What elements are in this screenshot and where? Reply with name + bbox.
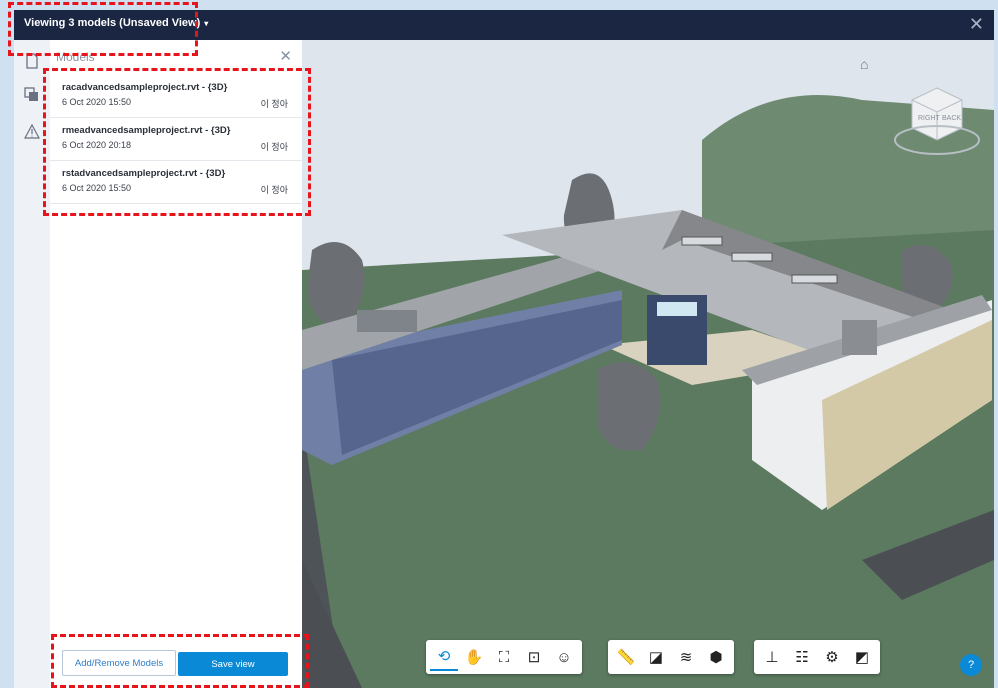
model-item[interactable]: racadvancedsampleproject.rvt - {3D} 6 Oc… [50,75,302,118]
models-panel: Models ✕ racadvancedsampleproject.rvt - … [50,40,302,688]
view-selector[interactable]: Viewing 3 models (Unsaved View) ▾ [24,17,208,29]
warning-icon[interactable] [23,122,41,140]
home-icon[interactable]: ⌂ [860,56,868,72]
model-name: racadvancedsampleproject.rvt - {3D} [62,82,228,93]
model-item[interactable]: rstadvancedsampleproject.rvt - {3D} 6 Oc… [50,161,302,204]
model-date: 6 Oct 2020 15:50 [62,97,132,107]
app-window: Viewing 3 models (Unsaved View) ▾ ✕ Mode… [14,10,994,688]
toolbar-model: ⊥ ☷ ⚙ ◩ [754,640,880,674]
add-remove-models-button[interactable]: Add/Remove Models [62,650,176,676]
model-date: 6 Oct 2020 15:50 [62,183,132,193]
document-icon[interactable] [23,52,41,70]
building-scene: RIGHT BACK [302,40,994,688]
side-rail [14,40,51,688]
properties-icon[interactable]: ☷ [788,643,816,671]
panel-title: Models [56,50,95,64]
toolbar-analysis: 📏 ◪ ≋ ⬢ [608,640,734,674]
fit-to-view-icon[interactable]: ⛶ [490,643,518,671]
view-title: Viewing 3 models (Unsaved View) [24,17,201,29]
model-viewer[interactable]: RIGHT BACK ⌂ ⟲ ✋ ⛶ ⊡ ☺ 📏 ◪ ≋ ⬢ ⊥ ☷ ⚙ ◩ ? [302,40,994,688]
close-icon[interactable]: ✕ [279,47,292,65]
caret-down-icon: ▾ [204,18,209,28]
toolbar-navigation: ⟲ ✋ ⛶ ⊡ ☺ [426,640,582,674]
model-user: 이 정아 [260,185,288,195]
settings-icon[interactable]: ⚙ [818,643,846,671]
layers-icon[interactable]: ≋ [672,643,700,671]
model-name: rmeadvancedsampleproject.rvt - {3D} [62,125,231,136]
help-icon[interactable]: ? [960,654,982,676]
zoom-window-icon[interactable]: ⊡ [520,643,548,671]
header-bar: Viewing 3 models (Unsaved View) ▾ ✕ [14,10,994,40]
model-user: 이 정아 [260,99,288,109]
model-item[interactable]: rmeadvancedsampleproject.rvt - {3D} 6 Oc… [50,118,302,161]
section-icon[interactable]: ◪ [642,643,670,671]
measure-icon[interactable]: 📏 [612,643,640,671]
layers-icon[interactable] [23,86,41,104]
model-name: rstadvancedsampleproject.rvt - {3D} [62,168,226,179]
pan-icon[interactable]: ✋ [460,643,488,671]
first-person-icon[interactable]: ☺ [550,643,578,671]
viewcube-right-label: RIGHT [918,115,941,122]
explode-icon[interactable]: ⬢ [702,643,730,671]
viewcube-back-label: BACK [942,115,961,122]
model-browser-icon[interactable]: ⊥ [758,643,786,671]
model-user: 이 정아 [260,142,288,152]
model-date: 6 Oct 2020 20:18 [62,140,132,150]
fullscreen-icon[interactable]: ◩ [848,643,876,671]
orbit-icon[interactable]: ⟲ [430,643,458,671]
save-view-button[interactable]: Save view [178,652,288,676]
close-icon[interactable]: ✕ [969,15,984,33]
